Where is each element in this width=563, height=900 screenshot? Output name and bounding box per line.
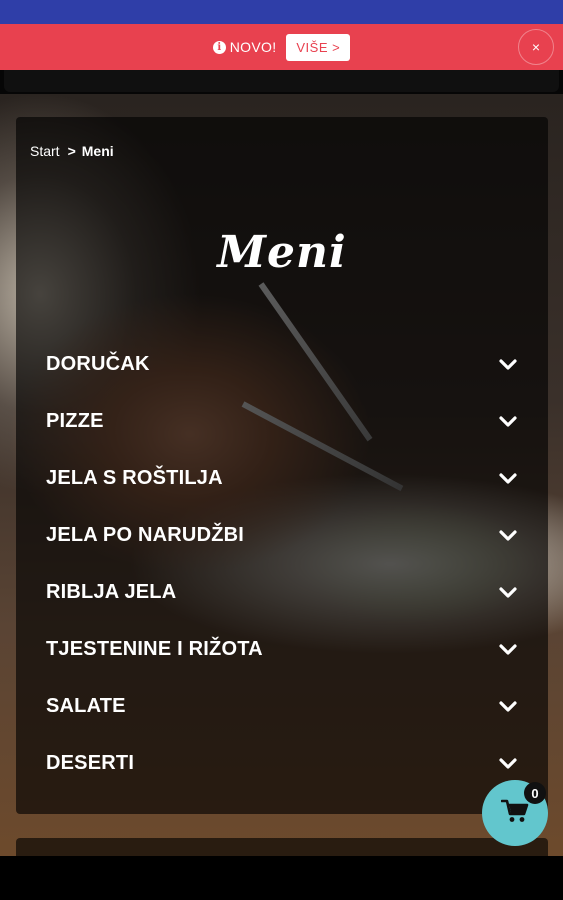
- menu-panel: Start > Meni Meni DORUČAK PIZZE JELA S R…: [16, 117, 548, 814]
- breadcrumb-current: Meni: [81, 143, 114, 159]
- close-button[interactable]: ×: [518, 29, 554, 65]
- chevron-down-icon: [498, 757, 518, 771]
- chevron-down-icon: [498, 643, 518, 657]
- menu-category-list: DORUČAK PIZZE JELA S ROŠTILJA JELA PO NA…: [16, 336, 548, 792]
- breadcrumb-separator: >: [67, 143, 76, 159]
- menu-category-label: DESERTI: [46, 752, 135, 774]
- menu-category-label: PIZZE: [46, 410, 104, 432]
- menu-category-item[interactable]: DESERTI: [16, 735, 548, 792]
- chevron-down-icon: [498, 472, 518, 486]
- notice-banner: i NOVO! VIŠE > ×: [0, 24, 563, 70]
- menu-category-item[interactable]: JELA S ROŠTILJA: [16, 450, 548, 507]
- more-button[interactable]: VIŠE >: [286, 33, 351, 61]
- breadcrumb-home-link[interactable]: Start: [30, 143, 60, 159]
- menu-category-item[interactable]: SALATE: [16, 678, 548, 735]
- menu-category-label: RIBLJA JELA: [46, 581, 177, 603]
- header-bar: [0, 70, 563, 94]
- menu-category-item[interactable]: JELA PO NARUDŽBI: [16, 507, 548, 564]
- breadcrumb: Start > Meni: [30, 143, 114, 159]
- menu-category-label: DORUČAK: [46, 353, 150, 375]
- menu-category-label: SALATE: [46, 695, 126, 717]
- page-title: Meni: [217, 227, 347, 278]
- cart-icon: [500, 798, 529, 829]
- menu-category-item[interactable]: RIBLJA JELA: [16, 564, 548, 621]
- menu-category-item[interactable]: TJESTENINE I RIŽOTA: [16, 621, 548, 678]
- chevron-down-icon: [498, 529, 518, 543]
- menu-category-label: TJESTENINE I RIŽOTA: [46, 638, 263, 660]
- chevron-down-icon: [498, 586, 518, 600]
- chevron-down-icon: [498, 415, 518, 429]
- cart-count-badge: 0: [524, 782, 546, 804]
- info-icon: i: [212, 40, 226, 54]
- menu-category-item[interactable]: DORUČAK: [16, 336, 548, 393]
- notice-text: NOVO!: [229, 39, 277, 55]
- menu-category-item[interactable]: PIZZE: [16, 393, 548, 450]
- cart-button[interactable]: 0: [482, 780, 548, 846]
- system-nav-bar: [0, 856, 563, 900]
- status-bar: [0, 0, 563, 24]
- menu-category-label: JELA PO NARUDŽBI: [46, 524, 245, 546]
- chevron-down-icon: [498, 700, 518, 714]
- chevron-down-icon: [498, 358, 518, 372]
- menu-category-label: JELA S ROŠTILJA: [46, 467, 223, 489]
